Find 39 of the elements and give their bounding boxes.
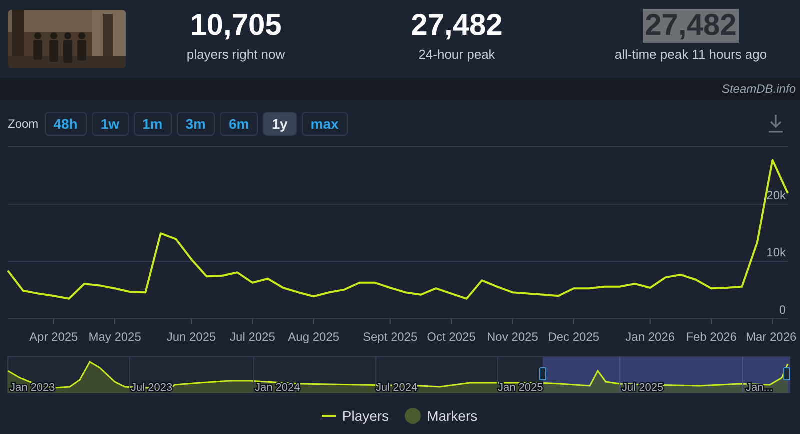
credit-text: SteamDB.info — [722, 82, 796, 96]
stat-value: 27,482 — [410, 9, 504, 43]
legend-line-icon — [322, 415, 336, 417]
x-axis-label: Apr 2025 — [30, 330, 78, 344]
zoom-button[interactable]: 1m — [134, 112, 172, 136]
x-axis-label: Aug 2025 — [288, 330, 340, 344]
y-axis-label: 10k — [766, 246, 786, 260]
zoom-button[interactable]: max — [302, 112, 348, 136]
range-handle[interactable] — [784, 368, 790, 380]
x-axis-label: Jul 2025 — [230, 330, 276, 344]
x-axis-label: Sept 2025 — [363, 330, 418, 344]
y-axis-label: 20k — [766, 188, 786, 202]
x-axis-label: Jan 2026 — [626, 330, 676, 344]
zoom-label: Zoom — [8, 117, 39, 131]
x-axis-label: Nov 2025 — [487, 330, 538, 344]
stat-label: all-time peak 11 hours ago — [614, 47, 768, 62]
legend-label[interactable]: Players — [342, 408, 390, 424]
zoom-button[interactable]: 48h — [44, 112, 87, 136]
stat-label: players right now — [186, 47, 286, 62]
y-axis-label: 0 — [779, 303, 786, 317]
navigator-label: Jan... — [746, 382, 773, 394]
stat-label: 24-hour peak — [418, 47, 496, 62]
zoom-button[interactable]: 1y — [263, 112, 297, 136]
zoom-button[interactable]: 6m — [220, 112, 258, 136]
x-axis-label: Mar 2026 — [746, 330, 797, 344]
x-axis-label: Dec 2025 — [548, 330, 600, 344]
x-axis-label: Feb 2026 — [686, 330, 737, 344]
zoom-button[interactable]: 1w — [92, 112, 128, 136]
legend-label[interactable]: Markers — [427, 408, 478, 424]
range-handle[interactable] — [540, 368, 546, 380]
stat-value: 10,705 — [189, 9, 283, 43]
download-icon[interactable] — [768, 114, 784, 134]
x-axis-label: Jun 2025 — [166, 330, 216, 344]
zoom-button[interactable]: 3m — [176, 112, 215, 136]
x-axis-label: May 2025 — [88, 330, 142, 344]
navigator-label: Jan 2024 — [255, 382, 300, 394]
x-axis-label: Oct 2025 — [427, 330, 476, 344]
stat-value: 27,482 — [643, 9, 739, 43]
navigator-label: Jan 2025 — [498, 382, 544, 394]
